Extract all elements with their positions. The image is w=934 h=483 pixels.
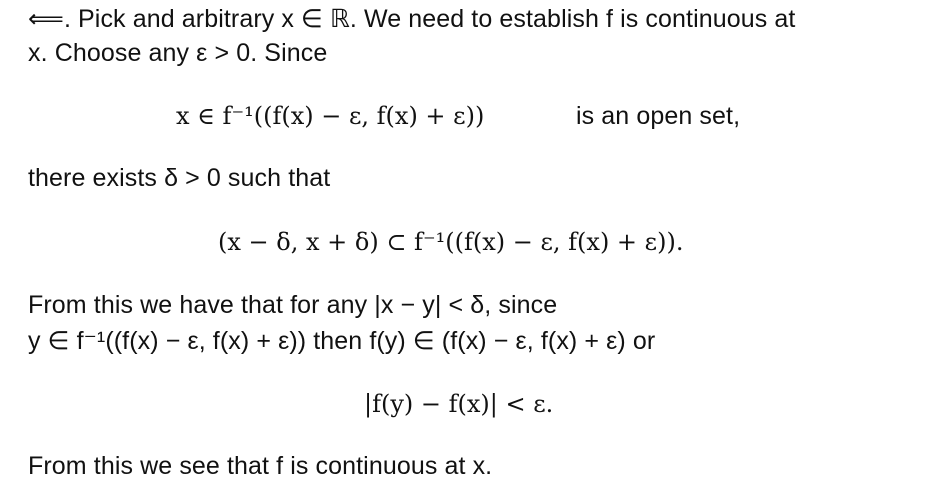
proof-document: ⟸. Pick and arbitrary x ∈ ℝ. We need to … (0, 0, 934, 483)
proof-paragraph-line-1: ⟸. Pick and arbitrary x ∈ ℝ. We need to … (28, 5, 796, 33)
proof-conclusion: From this we see that f is continuous at… (28, 452, 493, 480)
proof-paragraph-line-2: x. Choose any ε > 0. Since (28, 39, 328, 67)
display-equation-inclusion: (x − δ, x + δ) ⊂ f⁻¹((f(x) − ε, f(x) + ε… (218, 228, 684, 256)
proof-paragraph-line-3: From this we have that for any |x − y| <… (28, 291, 558, 319)
display-equation-note: is an open set, (576, 102, 741, 130)
proof-paragraph-delta: there exists δ > 0 such that (28, 164, 331, 192)
display-equation-inequality: |f(y) − f(x)| < ε. (364, 390, 554, 418)
proof-paragraph-line-4: y ∈ f⁻¹((f(x) − ε, f(x) + ε)) then f(y) … (28, 327, 656, 355)
display-equation-preimage: x ∈ f⁻¹((f(x) − ε, f(x) + ε)) (176, 102, 485, 130)
